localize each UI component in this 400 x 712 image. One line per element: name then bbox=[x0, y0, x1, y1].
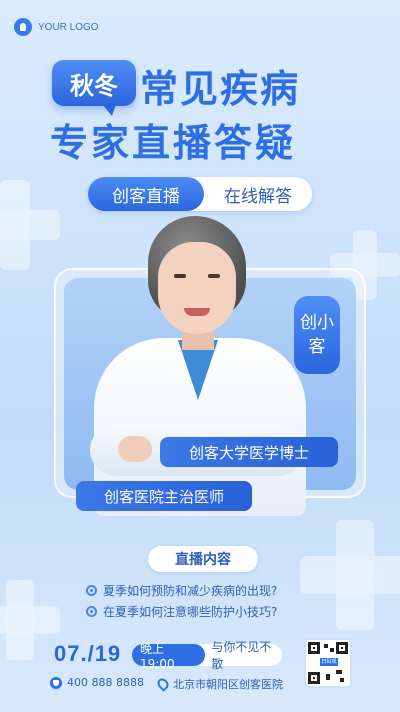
event-time: 晚上19:00 bbox=[132, 642, 206, 671]
doctor-portrait bbox=[90, 216, 310, 516]
headline-line1: 常见疾病 bbox=[140, 67, 301, 111]
qr-finder bbox=[336, 642, 348, 654]
logo-text: YOUR LOGO bbox=[38, 21, 99, 33]
doctor-position-label: 创客医院主治医师 bbox=[76, 481, 252, 511]
season-badge: 秋冬 bbox=[52, 60, 136, 116]
plus-decoration bbox=[300, 520, 400, 630]
qr-code[interactable]: 扫码观看 bbox=[304, 638, 352, 688]
right-eye bbox=[208, 274, 220, 278]
qr-module bbox=[340, 678, 344, 682]
phone-number: 400 888 8888 bbox=[67, 676, 144, 689]
time-note: 与你不见不散 bbox=[211, 640, 272, 671]
headline-line2: 专家直播答疑 bbox=[50, 121, 297, 165]
plus-decoration bbox=[0, 580, 60, 660]
qr-label: 扫码观看 bbox=[320, 658, 338, 673]
qr-module bbox=[324, 644, 328, 648]
tag-bar: 创客直播 在线解答 bbox=[88, 177, 312, 211]
content-item: 在夏季如何注意哪些防护小技巧? bbox=[86, 603, 277, 620]
plus-decoration bbox=[0, 180, 60, 270]
bullet-icon bbox=[86, 585, 97, 596]
hand bbox=[118, 436, 152, 462]
phone-icon bbox=[50, 676, 62, 689]
logo: YOUR LOGO bbox=[14, 18, 99, 36]
location-pin-icon bbox=[155, 676, 171, 692]
tag-online: 在线解答 bbox=[224, 186, 292, 207]
event-date: 07./19 bbox=[54, 641, 122, 666]
doctor-degree-label: 创客大学医学博士 bbox=[160, 437, 338, 467]
qr-finder bbox=[308, 642, 320, 654]
poster: YOUR LOGO 秋冬 常见疾病 专家直播答疑 创客直播 在线解答 创小客 创… bbox=[0, 0, 400, 712]
smile bbox=[184, 308, 210, 316]
tag-live: 创客直播 bbox=[88, 177, 204, 211]
content-heading: 直播内容 bbox=[148, 546, 258, 572]
address-info: 北京市朝阳区创客医院 bbox=[155, 676, 283, 692]
left-eye bbox=[174, 274, 186, 278]
face bbox=[158, 242, 236, 334]
qr-finder bbox=[308, 672, 320, 684]
qr-module bbox=[326, 674, 330, 680]
content-item: 夏季如何预防和减少疾病的出现? bbox=[86, 582, 277, 599]
qr-module bbox=[330, 648, 334, 652]
address-text: 北京市朝阳区创客医院 bbox=[173, 678, 283, 691]
content-item-text: 夏季如何预防和减少疾病的出现? bbox=[103, 584, 278, 598]
bullet-icon bbox=[86, 606, 97, 617]
phone-info: 400 888 8888 bbox=[50, 676, 144, 689]
time-pill: 晚上19:00 与你不见不散 bbox=[132, 640, 282, 671]
doctor-name-tag: 创小客 bbox=[294, 296, 340, 374]
qr-module bbox=[336, 670, 342, 674]
logo-icon bbox=[14, 18, 32, 36]
content-item-text: 在夏季如何注意哪些防护小技巧? bbox=[103, 605, 278, 619]
